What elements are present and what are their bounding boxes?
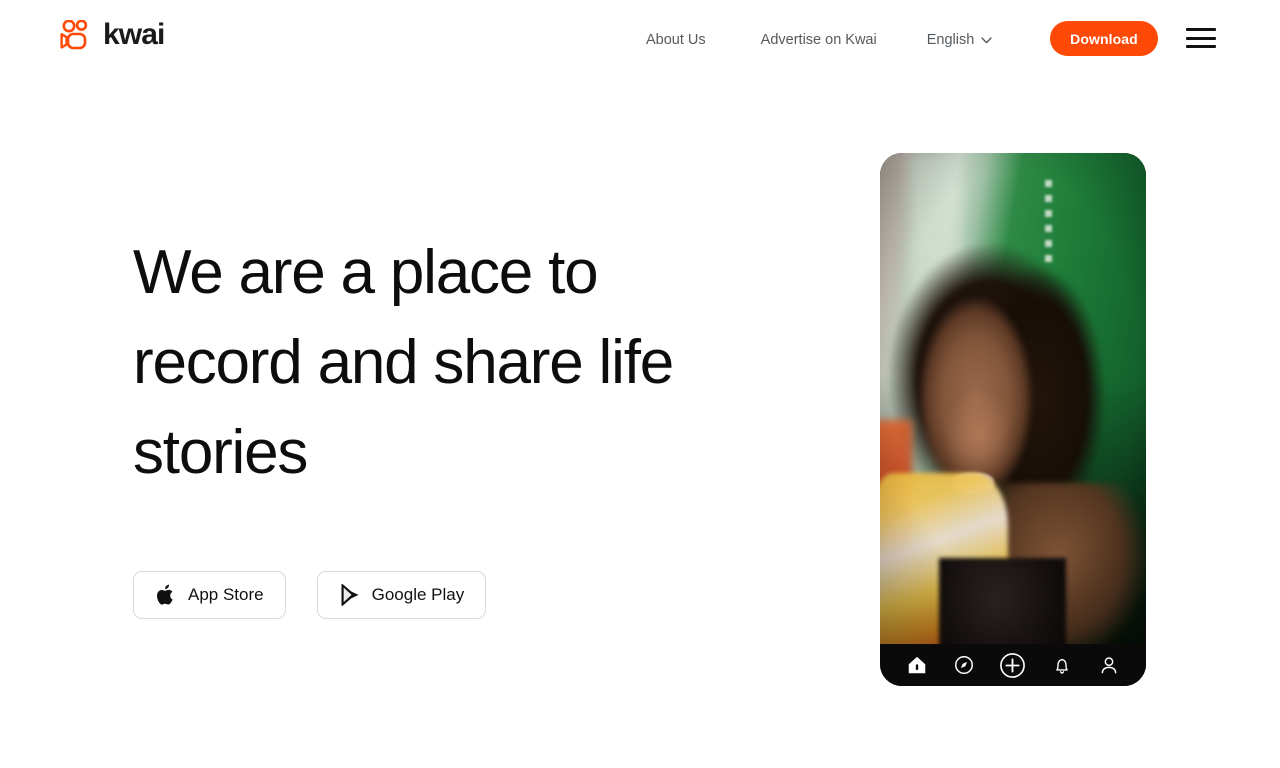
main-navigation: About Us Advertise on Kwai English <box>630 26 992 54</box>
chevron-down-icon <box>981 36 992 43</box>
app-store-button[interactable]: App Store <box>133 571 286 619</box>
kwai-logo[interactable]: kwai <box>60 18 165 51</box>
brand-name: kwai <box>103 18 165 51</box>
hamburger-menu-icon[interactable] <box>1186 26 1216 50</box>
phone-media-image <box>880 153 1146 686</box>
nav-link-advertise-on-kwai[interactable]: Advertise on Kwai <box>761 26 877 54</box>
kwai-camera-icon <box>60 20 88 50</box>
app-store-label: App Store <box>188 585 264 604</box>
bell-icon[interactable] <box>1051 654 1073 676</box>
site-header: kwai About Us Advertise on Kwai English … <box>0 0 1280 76</box>
user-icon[interactable] <box>1098 654 1120 676</box>
download-button[interactable]: Download <box>1050 21 1158 56</box>
hero-headline: We are a place to record and share life … <box>133 238 674 487</box>
photo-vignette <box>880 153 1146 686</box>
phone-preview <box>880 153 1146 686</box>
google-play-button[interactable]: Google Play <box>316 571 487 619</box>
google-play-icon <box>341 583 359 606</box>
language-selector[interactable]: English <box>927 32 993 48</box>
hamburger-line <box>1186 36 1216 40</box>
hamburger-line <box>1186 45 1216 48</box>
plus-circle-icon[interactable] <box>999 652 1026 679</box>
google-play-label: Google Play <box>371 585 465 604</box>
compass-icon[interactable] <box>953 654 975 676</box>
language-label: English <box>926 32 975 48</box>
apple-logo-icon <box>157 584 173 605</box>
home-icon[interactable] <box>906 654 928 676</box>
nav-link-about-us[interactable]: About Us <box>646 26 706 54</box>
hamburger-line <box>1186 28 1216 31</box>
download-button-label: Download <box>1070 30 1138 47</box>
app-store-buttons: App Store Google Play <box>133 571 487 619</box>
phone-tabbar <box>880 644 1146 686</box>
